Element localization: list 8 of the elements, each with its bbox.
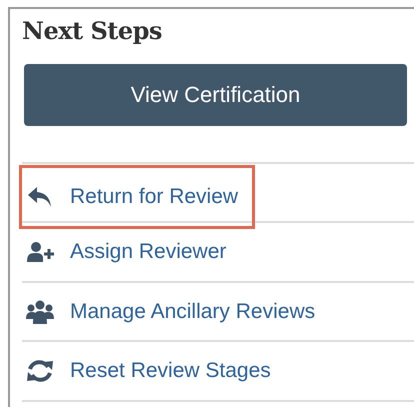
users-icon [26,298,54,325]
step-link[interactable]: Return for Review [70,181,238,213]
panel-title: Next Steps [22,17,163,46]
refresh-icon [26,358,54,384]
step-link[interactable]: Reset Review Stages [70,355,271,387]
step-link[interactable]: Manage Ancillary Reviews [70,296,316,328]
view-certification-button[interactable]: View Certification [24,64,407,126]
step-link[interactable]: Assign Reviewer [70,236,226,268]
